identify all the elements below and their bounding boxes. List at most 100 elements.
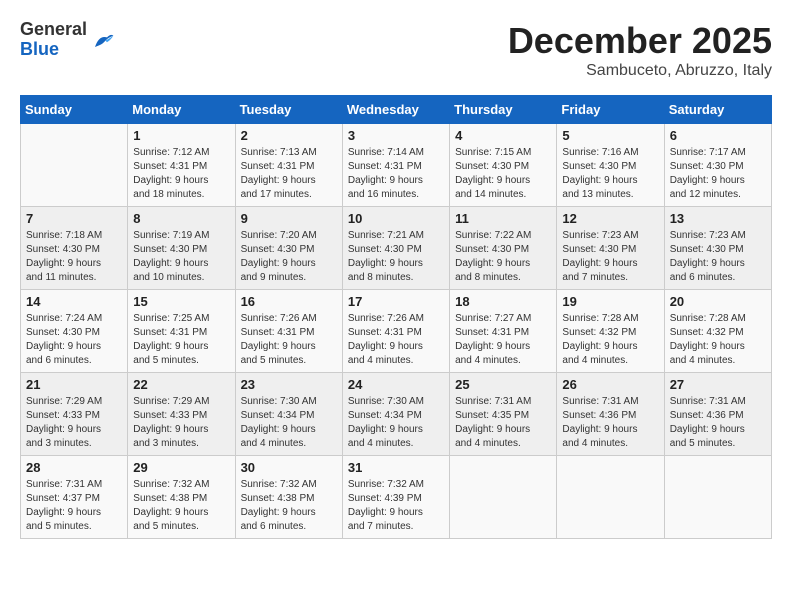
day-info: Sunrise: 7:23 AM Sunset: 4:30 PM Dayligh…	[670, 229, 766, 285]
day-number: 10	[348, 211, 444, 226]
calendar-cell: 18 Sunrise: 7:27 AM Sunset: 4:31 PM Dayli…	[450, 290, 557, 373]
day-number: 28	[26, 460, 122, 475]
column-header-wednesday: Wednesday	[342, 96, 449, 124]
calendar-cell: 20Sunrise: 7:28 AM Sunset: 4:32 PM Dayli…	[664, 290, 771, 373]
calendar-cell: 13 Sunrise: 7:23 AM Sunset: 4:30 PM Dayli…	[664, 207, 771, 290]
calendar-cell: 31Sunrise: 7:32 AM Sunset: 4:39 PM Dayli…	[342, 456, 449, 539]
logo-general-text: General	[20, 20, 87, 40]
day-info: Sunrise: 7:14 AM Sunset: 4:31 PM Dayligh…	[348, 146, 444, 202]
day-info: Sunrise: 7:32 AM Sunset: 4:39 PM Dayligh…	[348, 478, 444, 534]
calendar-cell: 7 Sunrise: 7:18 AM Sunset: 4:30 PM Daylig…	[21, 207, 128, 290]
day-info: Sunrise: 7:29 AM Sunset: 4:33 PM Dayligh…	[133, 395, 229, 451]
day-info: Sunrise: 7:30 AM Sunset: 4:34 PM Dayligh…	[348, 395, 444, 451]
day-number: 2	[241, 128, 337, 143]
day-number: 17	[348, 294, 444, 309]
column-header-tuesday: Tuesday	[235, 96, 342, 124]
day-number: 1	[133, 128, 229, 143]
day-info: Sunrise: 7:32 AM Sunset: 4:38 PM Dayligh…	[241, 478, 337, 534]
day-number: 29	[133, 460, 229, 475]
title-block: December 2025 Sambuceto, Abruzzo, Italy	[508, 20, 772, 80]
day-number: 13	[670, 211, 766, 226]
day-info: Sunrise: 7:22 AM Sunset: 4:30 PM Dayligh…	[455, 229, 551, 285]
day-info: Sunrise: 7:18 AM Sunset: 4:30 PM Dayligh…	[26, 229, 122, 285]
logo: General Blue	[20, 20, 115, 60]
day-number: 6	[670, 128, 766, 143]
day-info: Sunrise: 7:25 AM Sunset: 4:31 PM Dayligh…	[133, 312, 229, 368]
calendar-cell: 5 Sunrise: 7:16 AM Sunset: 4:30 PM Daylig…	[557, 124, 664, 207]
day-info: Sunrise: 7:21 AM Sunset: 4:30 PM Dayligh…	[348, 229, 444, 285]
day-number: 30	[241, 460, 337, 475]
calendar-cell: 24 Sunrise: 7:30 AM Sunset: 4:34 PM Dayli…	[342, 373, 449, 456]
calendar-cell: 8Sunrise: 7:19 AM Sunset: 4:30 PM Daylig…	[128, 207, 235, 290]
day-number: 27	[670, 377, 766, 392]
day-info: Sunrise: 7:32 AM Sunset: 4:38 PM Dayligh…	[133, 478, 229, 534]
day-info: Sunrise: 7:16 AM Sunset: 4:30 PM Dayligh…	[562, 146, 658, 202]
calendar-cell: 23 Sunrise: 7:30 AM Sunset: 4:34 PM Dayli…	[235, 373, 342, 456]
day-number: 4	[455, 128, 551, 143]
calendar-cell: 4 Sunrise: 7:15 AM Sunset: 4:30 PM Daylig…	[450, 124, 557, 207]
calendar-cell: 26 Sunrise: 7:31 AM Sunset: 4:36 PM Dayli…	[557, 373, 664, 456]
column-header-monday: Monday	[128, 96, 235, 124]
calendar-cell: 22 Sunrise: 7:29 AM Sunset: 4:33 PM Dayli…	[128, 373, 235, 456]
location-subtitle: Sambuceto, Abruzzo, Italy	[508, 62, 772, 80]
column-header-saturday: Saturday	[664, 96, 771, 124]
logo-blue-text: Blue	[20, 40, 87, 60]
calendar-week-row: 7 Sunrise: 7:18 AM Sunset: 4:30 PM Daylig…	[21, 207, 772, 290]
calendar-cell	[21, 124, 128, 207]
day-info: Sunrise: 7:12 AM Sunset: 4:31 PM Dayligh…	[133, 146, 229, 202]
calendar-cell: 29 Sunrise: 7:32 AM Sunset: 4:38 PM Dayli…	[128, 456, 235, 539]
calendar-cell: 14Sunrise: 7:24 AM Sunset: 4:30 PM Dayli…	[21, 290, 128, 373]
column-header-friday: Friday	[557, 96, 664, 124]
day-info: Sunrise: 7:30 AM Sunset: 4:34 PM Dayligh…	[241, 395, 337, 451]
calendar-cell	[664, 456, 771, 539]
calendar-cell: 12Sunrise: 7:23 AM Sunset: 4:30 PM Dayli…	[557, 207, 664, 290]
day-info: Sunrise: 7:26 AM Sunset: 4:31 PM Dayligh…	[348, 312, 444, 368]
calendar-cell: 21Sunrise: 7:29 AM Sunset: 4:33 PM Dayli…	[21, 373, 128, 456]
month-title: December 2025	[508, 20, 772, 62]
calendar-cell	[450, 456, 557, 539]
day-info: Sunrise: 7:13 AM Sunset: 4:31 PM Dayligh…	[241, 146, 337, 202]
day-info: Sunrise: 7:31 AM Sunset: 4:36 PM Dayligh…	[562, 395, 658, 451]
day-info: Sunrise: 7:28 AM Sunset: 4:32 PM Dayligh…	[562, 312, 658, 368]
day-info: Sunrise: 7:26 AM Sunset: 4:31 PM Dayligh…	[241, 312, 337, 368]
day-info: Sunrise: 7:29 AM Sunset: 4:33 PM Dayligh…	[26, 395, 122, 451]
calendar-week-row: 28 Sunrise: 7:31 AM Sunset: 4:37 PM Dayli…	[21, 456, 772, 539]
calendar-cell: 27 Sunrise: 7:31 AM Sunset: 4:36 PM Dayli…	[664, 373, 771, 456]
day-info: Sunrise: 7:31 AM Sunset: 4:37 PM Dayligh…	[26, 478, 122, 534]
calendar-cell: 6Sunrise: 7:17 AM Sunset: 4:30 PM Daylig…	[664, 124, 771, 207]
day-info: Sunrise: 7:23 AM Sunset: 4:30 PM Dayligh…	[562, 229, 658, 285]
day-info: Sunrise: 7:15 AM Sunset: 4:30 PM Dayligh…	[455, 146, 551, 202]
calendar-cell: 19Sunrise: 7:28 AM Sunset: 4:32 PM Dayli…	[557, 290, 664, 373]
page-header: General Blue December 2025 Sambuceto, Ab…	[20, 20, 772, 80]
day-number: 23	[241, 377, 337, 392]
day-info: Sunrise: 7:27 AM Sunset: 4:31 PM Dayligh…	[455, 312, 551, 368]
day-number: 26	[562, 377, 658, 392]
day-number: 18	[455, 294, 551, 309]
column-header-thursday: Thursday	[450, 96, 557, 124]
calendar-cell: 1 Sunrise: 7:12 AM Sunset: 4:31 PM Daylig…	[128, 124, 235, 207]
day-number: 7	[26, 211, 122, 226]
calendar-cell: 11 Sunrise: 7:22 AM Sunset: 4:30 PM Dayli…	[450, 207, 557, 290]
calendar-week-row: 21Sunrise: 7:29 AM Sunset: 4:33 PM Dayli…	[21, 373, 772, 456]
day-number: 5	[562, 128, 658, 143]
column-header-sunday: Sunday	[21, 96, 128, 124]
day-number: 22	[133, 377, 229, 392]
day-info: Sunrise: 7:31 AM Sunset: 4:35 PM Dayligh…	[455, 395, 551, 451]
calendar-week-row: 1 Sunrise: 7:12 AM Sunset: 4:31 PM Daylig…	[21, 124, 772, 207]
day-number: 11	[455, 211, 551, 226]
day-info: Sunrise: 7:31 AM Sunset: 4:36 PM Dayligh…	[670, 395, 766, 451]
day-number: 24	[348, 377, 444, 392]
day-number: 14	[26, 294, 122, 309]
calendar-cell: 10 Sunrise: 7:21 AM Sunset: 4:30 PM Dayli…	[342, 207, 449, 290]
calendar-cell: 16 Sunrise: 7:26 AM Sunset: 4:31 PM Dayli…	[235, 290, 342, 373]
calendar-cell	[557, 456, 664, 539]
day-info: Sunrise: 7:20 AM Sunset: 4:30 PM Dayligh…	[241, 229, 337, 285]
calendar-header-row: SundayMondayTuesdayWednesdayThursdayFrid…	[21, 96, 772, 124]
calendar-table: SundayMondayTuesdayWednesdayThursdayFrid…	[20, 95, 772, 539]
calendar-cell: 15Sunrise: 7:25 AM Sunset: 4:31 PM Dayli…	[128, 290, 235, 373]
day-number: 16	[241, 294, 337, 309]
calendar-cell: 3Sunrise: 7:14 AM Sunset: 4:31 PM Daylig…	[342, 124, 449, 207]
day-number: 9	[241, 211, 337, 226]
calendar-cell: 2 Sunrise: 7:13 AM Sunset: 4:31 PM Daylig…	[235, 124, 342, 207]
calendar-week-row: 14Sunrise: 7:24 AM Sunset: 4:30 PM Dayli…	[21, 290, 772, 373]
